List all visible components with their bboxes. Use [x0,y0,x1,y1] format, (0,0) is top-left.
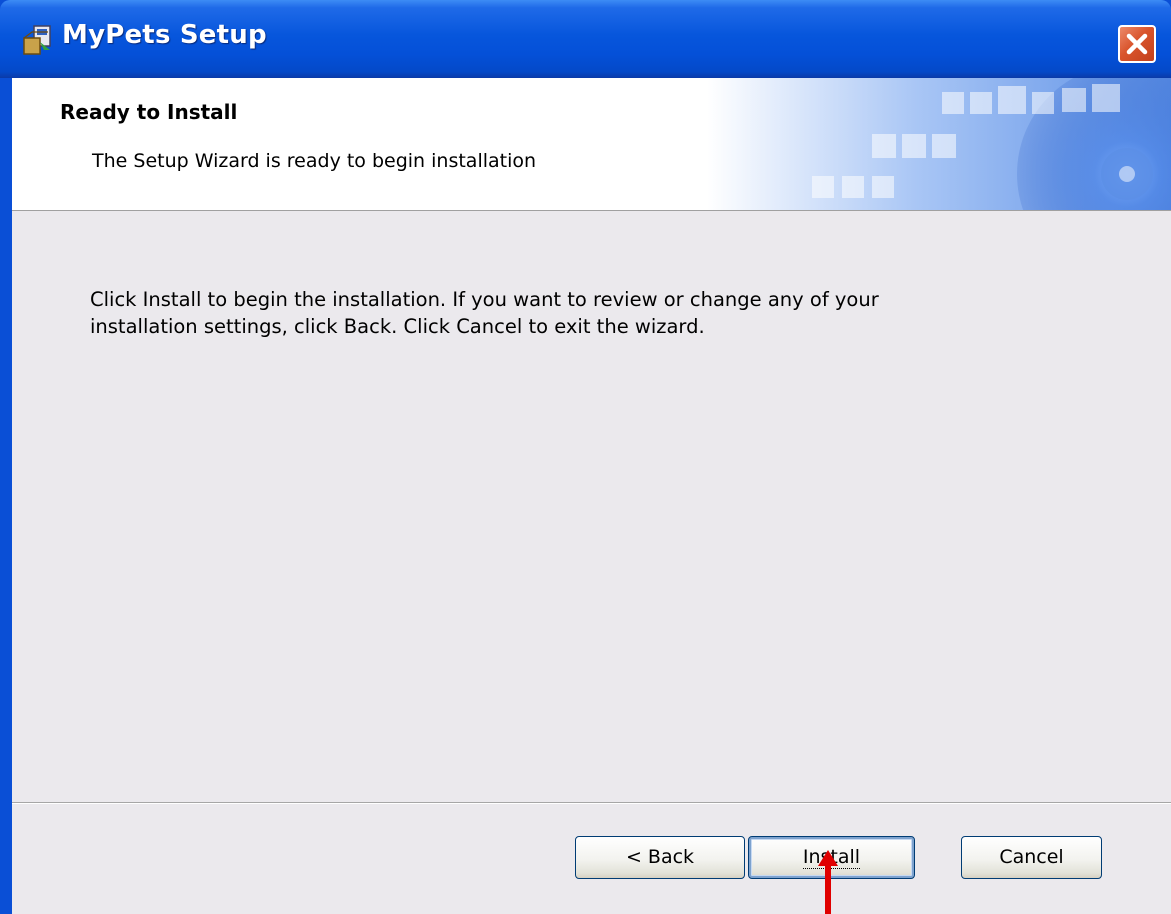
setup-installer-icon [23,25,51,55]
close-button[interactable] [1118,25,1156,63]
window-title: MyPets Setup [62,20,267,50]
cancel-button[interactable]: Cancel [961,836,1102,879]
wizard-banner: Ready to Install The Setup Wizard is rea… [12,78,1171,211]
back-button[interactable]: < Back [575,836,745,879]
red-arrow-up-icon [818,850,838,914]
page-title: Ready to Install [60,100,238,124]
instructions-line-1: Click Install to begin the installation.… [90,288,879,311]
instructions-line-2: installation settings, click Back. Click… [90,315,705,338]
close-icon [1126,33,1148,55]
instructions-text: Click Install to begin the installation.… [90,286,1090,340]
footer-separator [12,802,1171,804]
wizard-client-area: Ready to Install The Setup Wizard is rea… [12,78,1171,914]
page-subtitle: The Setup Wizard is ready to begin insta… [92,150,537,172]
title-bar[interactable]: MyPets Setup [0,0,1171,78]
setup-window: MyPets Setup Ready to Install The Setup … [0,0,1171,914]
banner-graphic [12,78,1171,210]
